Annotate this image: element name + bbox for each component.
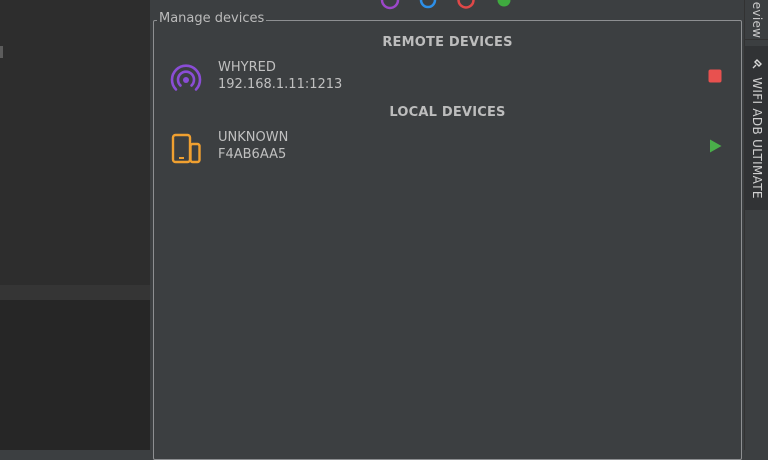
- device-serial: F4AB6AA5: [218, 147, 287, 162]
- blue-refresh-icon[interactable]: [418, 0, 438, 10]
- device-name: WHYRED: [218, 60, 276, 75]
- wifi-signal-icon: [168, 60, 204, 96]
- toolbar: [380, 0, 514, 10]
- editor-caret-line: [0, 285, 150, 300]
- remote-devices-header: REMOTE DEVICES: [382, 35, 513, 50]
- tab-preview-label: eview: [750, 1, 764, 38]
- purple-circle-icon[interactable]: [380, 0, 400, 10]
- editor-upper-area[interactable]: [0, 0, 150, 285]
- tab-wifi-adb-ultimate-label: WIFI ADB ULTIMATE: [750, 77, 764, 199]
- local-devices-header: LOCAL DEVICES: [389, 105, 506, 120]
- usb-plug-icon: [751, 58, 763, 70]
- red-circle-icon[interactable]: [456, 0, 476, 10]
- panel-title: Manage devices: [157, 11, 267, 27]
- green-dot-icon[interactable]: [494, 0, 514, 10]
- fold-marker[interactable]: [0, 46, 3, 58]
- tab-wifi-adb-ultimate[interactable]: WIFI ADB ULTIMATE: [745, 46, 768, 210]
- play-icon[interactable]: [707, 138, 723, 154]
- wifi-adb-tool-window: Manage devices REMOTE DEVICES WHYRED 192…: [150, 0, 744, 460]
- device-address: 192.168.1.11:1213: [218, 77, 343, 92]
- stop-icon[interactable]: [707, 68, 723, 84]
- remote-device-row[interactable]: WHYRED 192.168.1.11:1213: [168, 58, 728, 98]
- tab-preview[interactable]: eview: [745, 0, 768, 40]
- right-tool-strip: eview WIFI ADB ULTIMATE: [744, 0, 768, 450]
- phone-tablet-icon: [168, 130, 204, 166]
- editor-pane: [0, 0, 150, 450]
- editor-lower-area[interactable]: [0, 300, 150, 450]
- local-device-row[interactable]: UNKNOWN F4AB6AA5: [168, 128, 728, 168]
- device-name: UNKNOWN: [218, 130, 289, 145]
